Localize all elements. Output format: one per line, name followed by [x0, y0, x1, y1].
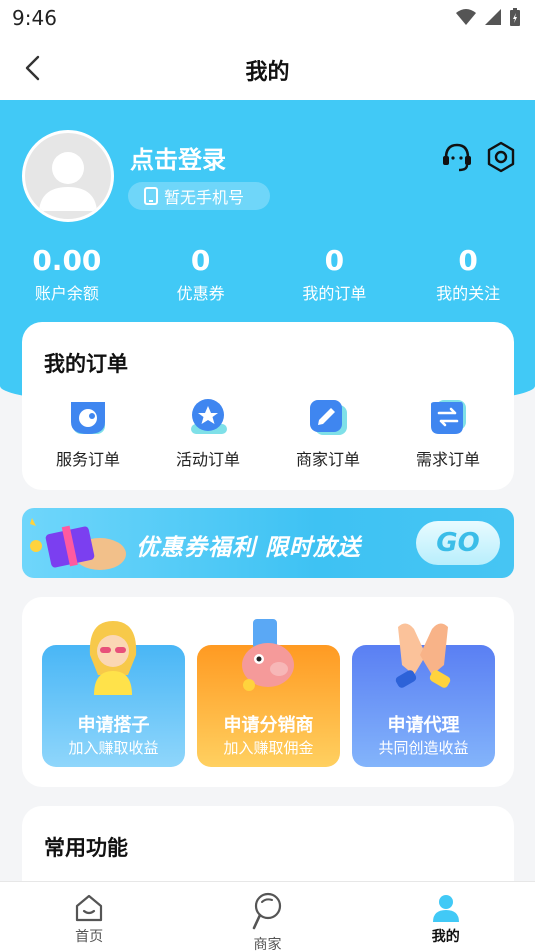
- gift-icon: [30, 518, 126, 570]
- phone-icon: [144, 187, 158, 205]
- apply-card: 申请搭子 加入赚取收益 申请分销商 加入赚取佣金 申请代理 共同创造收益: [22, 597, 514, 787]
- tab-label: 首页: [75, 929, 104, 945]
- stat-label: 我的关注: [436, 284, 501, 303]
- order-label: 商家订单: [295, 450, 360, 469]
- order-label: 需求订单: [415, 450, 480, 469]
- service-order-button[interactable]: 服务订单: [33, 396, 143, 470]
- wifi-icon: [456, 9, 476, 25]
- battery-icon: [510, 8, 520, 26]
- page-title: 我的: [245, 60, 290, 85]
- apply-agent-button[interactable]: 申请代理 共同创造收益: [352, 623, 495, 767]
- tab-merchant[interactable]: 商家: [178, 882, 356, 951]
- apply-subtitle: 加入赚取佣金: [223, 739, 314, 757]
- home-icon: [76, 894, 103, 922]
- order-label: 活动订单: [175, 450, 240, 469]
- coupon-banner[interactable]: 优惠券福利 限时放送 GO: [22, 508, 514, 578]
- stat-label: 我的订单: [302, 284, 367, 303]
- avatar[interactable]: [22, 130, 114, 222]
- section-title: 常用功能: [44, 836, 128, 860]
- tab-label: 我的: [431, 929, 460, 945]
- distributor-piggy-icon: [242, 619, 294, 691]
- stat-value: 0: [324, 244, 345, 277]
- my-orders-card: 我的订单 服务订单 活动订单 商家订单 需求订单: [22, 322, 514, 490]
- phone-text: 暂无手机号: [164, 188, 245, 207]
- partner-avatar-icon: [89, 621, 137, 695]
- activity-order-button[interactable]: 活动订单: [153, 396, 263, 470]
- demand-order-button[interactable]: 需求订单: [393, 396, 503, 470]
- banner-text: 优惠券福利 限时放送: [136, 535, 362, 561]
- merchant-order-icon: [310, 400, 347, 435]
- apply-partner-button[interactable]: 申请搭子 加入赚取收益: [42, 621, 185, 767]
- stat-value: 0: [190, 244, 211, 277]
- status-time: 9:46: [12, 6, 57, 30]
- merchant-icon: [253, 892, 282, 930]
- settings-icon[interactable]: [484, 140, 518, 174]
- activity-order-icon: [191, 399, 227, 434]
- stat-coupons[interactable]: 0 优惠券: [134, 244, 268, 304]
- apply-subtitle: 加入赚取收益: [68, 739, 159, 757]
- tab-profile[interactable]: 我的: [357, 882, 535, 951]
- status-icons: [455, 7, 521, 27]
- merchant-order-button[interactable]: 商家订单: [273, 396, 383, 470]
- stat-follows[interactable]: 0 我的关注: [401, 244, 535, 304]
- service-order-icon: [71, 402, 105, 434]
- signal-icon: [485, 9, 501, 25]
- nav-bar: 我的: [0, 36, 535, 100]
- status-bar: 9:46: [0, 0, 535, 36]
- high-five-icon: [395, 623, 451, 688]
- apply-subtitle: 共同创造收益: [378, 739, 469, 757]
- order-label: 服务订单: [55, 450, 120, 469]
- customer-service-icon[interactable]: [440, 140, 474, 174]
- stat-balance[interactable]: 0.00 账户余额: [0, 244, 134, 304]
- tab-label: 商家: [253, 937, 282, 951]
- default-avatar-icon: [39, 152, 97, 211]
- apply-title: 申请搭子: [77, 715, 150, 736]
- login-link[interactable]: 点击登录: [130, 140, 226, 175]
- stat-value: 0.00: [32, 244, 102, 277]
- go-button[interactable]: GO: [416, 521, 500, 565]
- profile-icon: [432, 895, 459, 922]
- phone-badge: 暂无手机号: [128, 182, 270, 210]
- bottom-tab-bar: 首页 商家 我的: [0, 881, 535, 951]
- tab-home[interactable]: 首页: [0, 882, 178, 951]
- section-title: 我的订单: [44, 352, 128, 376]
- apply-title: 申请分销商: [223, 715, 314, 736]
- stat-label: 账户余额: [34, 284, 99, 303]
- stat-orders[interactable]: 0 我的订单: [268, 244, 402, 304]
- stat-value: 0: [458, 244, 478, 277]
- stat-label: 优惠券: [176, 284, 225, 303]
- apply-distributor-button[interactable]: 申请分销商 加入赚取佣金: [197, 619, 340, 767]
- account-stats: 0.00 账户余额 0 优惠券 0 我的订单 0 我的关注: [0, 244, 535, 304]
- apply-title: 申请代理: [387, 715, 460, 736]
- demand-order-icon: [431, 400, 466, 434]
